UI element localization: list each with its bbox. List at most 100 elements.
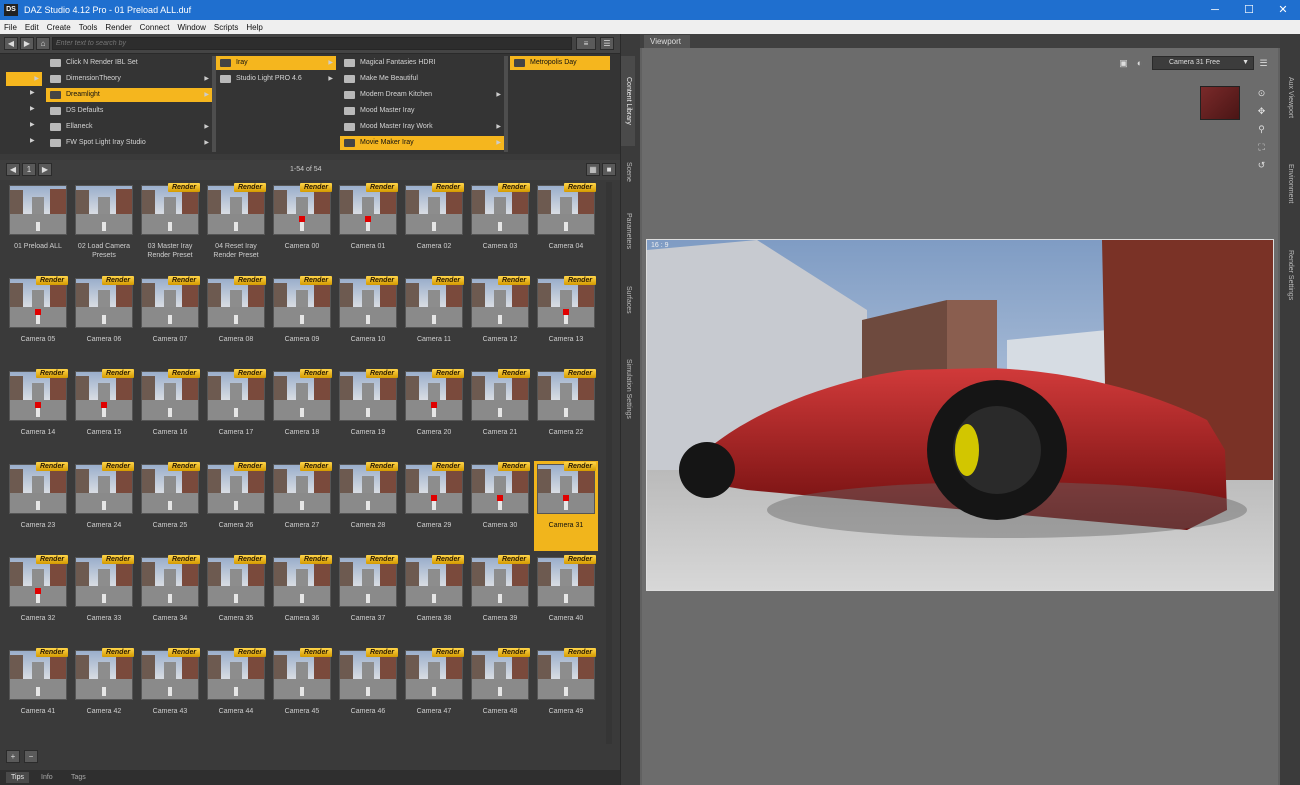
browser-item-dreamlight[interactable]: Dreamlight ▶ (46, 88, 212, 102)
menu-lines-icon[interactable]: ☰ (600, 37, 614, 50)
browser-item-metropolis-day[interactable]: Metropolis Day (510, 56, 610, 70)
asset-tile[interactable]: Render Camera 33 (72, 554, 136, 644)
grid-scrollbar[interactable] (606, 182, 612, 782)
asset-tile[interactable]: Render Camera 10 (336, 275, 400, 365)
menu-tools[interactable]: Tools (75, 23, 102, 32)
asset-tile[interactable]: Render Camera 30 (468, 461, 532, 551)
asset-tile[interactable]: Render Camera 36 (270, 554, 334, 644)
asset-tile[interactable]: Render Camera 43 (138, 647, 202, 737)
asset-tile[interactable]: Render Camera 48 (468, 647, 532, 737)
orbit-icon[interactable]: ⊙ (1256, 88, 1267, 99)
remove-button[interactable]: − (24, 750, 38, 763)
browser-item[interactable]: Mood Master Iray (340, 104, 504, 118)
asset-tile[interactable]: Render Camera 12 (468, 275, 532, 365)
browser-item[interactable]: Magical Fantasies HDRI (340, 56, 504, 70)
asset-tile[interactable]: Render Camera 18 (270, 368, 334, 458)
browser-item[interactable]: DimensionTheory ▶ (46, 72, 212, 86)
asset-tile[interactable]: Render Camera 49 (534, 647, 598, 737)
browser-item-movie-maker-iray[interactable]: Movie Maker Iray ▶ (340, 136, 504, 150)
menu-connect[interactable]: Connect (136, 23, 174, 32)
add-button[interactable]: + (6, 750, 20, 763)
tab-tags[interactable]: Tags (66, 772, 91, 783)
asset-tile[interactable]: 01 Preload ALL (6, 182, 70, 272)
asset-tile[interactable]: Render 03 Master Iray Render Preset (138, 182, 202, 272)
asset-tile[interactable]: Render Camera 06 (72, 275, 136, 365)
asset-tile[interactable]: Render Camera 00 (270, 182, 334, 272)
viewport-menu-icon[interactable]: ☰ (1258, 58, 1269, 69)
tab-parameters[interactable]: Parameters (621, 196, 635, 266)
asset-tile[interactable]: Render Camera 22 (534, 368, 598, 458)
asset-tile[interactable]: Render Camera 05 (6, 275, 70, 365)
asset-tile[interactable]: Render Camera 38 (402, 554, 466, 644)
asset-tile[interactable]: Render Camera 01 (336, 182, 400, 272)
asset-tile[interactable]: Render Camera 03 (468, 182, 532, 272)
tab-environment[interactable]: Environment (1283, 144, 1297, 224)
asset-tile[interactable]: Render Camera 29 (402, 461, 466, 551)
browser-item-iray[interactable]: Iray ▶ (216, 56, 336, 70)
forward-icon[interactable]: ▶ (20, 37, 34, 50)
asset-tile[interactable]: Render Camera 17 (204, 368, 268, 458)
search-input[interactable] (52, 37, 572, 50)
asset-tile[interactable]: Render Camera 35 (204, 554, 268, 644)
browser-item[interactable]: DS Defaults (46, 104, 212, 118)
back-icon[interactable]: ◀ (4, 37, 18, 50)
zoom-icon[interactable]: ⚲ (1256, 124, 1267, 135)
browser-item[interactable]: Modern Dream Kitchen ▶ (340, 88, 504, 102)
asset-tile[interactable]: Render Camera 45 (270, 647, 334, 737)
view-mode-icon[interactable]: ▦ (586, 163, 600, 176)
pan-icon[interactable]: ✥ (1256, 106, 1267, 117)
asset-tile[interactable]: Render Camera 07 (138, 275, 202, 365)
page-number[interactable]: 1 (22, 163, 36, 176)
browser-item[interactable]: Click N Render IBL Set (46, 56, 212, 70)
tab-content-library[interactable]: Content Library (621, 56, 635, 146)
asset-tile[interactable]: 02 Load Camera Presets (72, 182, 136, 272)
browser-item[interactable]: Ellaneck ▶ (46, 120, 212, 134)
asset-tile[interactable]: Render Camera 21 (468, 368, 532, 458)
menu-edit[interactable]: Edit (21, 23, 43, 32)
reset-view-icon[interactable]: ↺ (1256, 160, 1267, 171)
asset-tile[interactable]: Render Camera 39 (468, 554, 532, 644)
panel-icon[interactable]: ■ (602, 163, 616, 176)
home-icon[interactable]: ⌂ (36, 37, 50, 50)
database-icon[interactable]: ≡ (576, 37, 596, 50)
view-cube[interactable] (1200, 86, 1240, 120)
asset-tile[interactable]: Render Camera 08 (204, 275, 268, 365)
asset-tile[interactable]: Render Camera 37 (336, 554, 400, 644)
asset-tile[interactable]: Render 04 Reset Iray Render Preset (204, 182, 268, 272)
menu-help[interactable]: Help (242, 23, 266, 32)
asset-tile[interactable]: Render Camera 40 (534, 554, 598, 644)
asset-tile[interactable]: Render Camera 26 (204, 461, 268, 551)
render-icon[interactable]: ▣ (1118, 58, 1129, 69)
browser-item[interactable]: Mood Master Iray Work ▶ (340, 120, 504, 134)
asset-tile[interactable]: Render Camera 32 (6, 554, 70, 644)
menu-scripts[interactable]: Scripts (210, 23, 242, 32)
tab-info[interactable]: Info (36, 772, 58, 783)
maximize-button[interactable]: ☐ (1232, 0, 1266, 20)
frame-icon[interactable]: ⛶ (1256, 142, 1267, 153)
browser-item[interactable]: Studio Light PRO 4.6 ▶ (216, 72, 336, 86)
tab-simulation-settings[interactable]: Simulation Settings (621, 334, 635, 444)
asset-tile[interactable]: Render Camera 24 (72, 461, 136, 551)
asset-tile[interactable]: Render Camera 13 (534, 275, 598, 365)
asset-tile[interactable]: Render Camera 34 (138, 554, 202, 644)
asset-tile[interactable]: Render Camera 23 (6, 461, 70, 551)
asset-tile[interactable]: Render Camera 11 (402, 275, 466, 365)
tab-scene[interactable]: Scene (621, 152, 635, 192)
menu-window[interactable]: Window (173, 23, 209, 32)
browser-item[interactable]: FW Spot Light Iray Studio ▶ (46, 136, 212, 150)
asset-tile[interactable]: Render Camera 44 (204, 647, 268, 737)
asset-tile[interactable]: Render Camera 47 (402, 647, 466, 737)
tab-render-settings[interactable]: Render Settings (1283, 230, 1297, 320)
tab-tips[interactable]: Tips (6, 772, 29, 783)
menu-render[interactable]: Render (101, 23, 135, 32)
asset-tile[interactable]: Render Camera 46 (336, 647, 400, 737)
asset-tile[interactable]: Render Camera 09 (270, 275, 334, 365)
tab-viewport[interactable]: Viewport (644, 35, 690, 48)
asset-tile[interactable]: Render Camera 16 (138, 368, 202, 458)
asset-tile[interactable]: Render Camera 02 (402, 182, 466, 272)
tab-aux-viewport[interactable]: Aux Viewport (1283, 58, 1297, 138)
asset-tile[interactable]: Render Camera 14 (6, 368, 70, 458)
close-button[interactable]: ✕ (1266, 0, 1300, 20)
browser-item[interactable]: Make Me Beautiful (340, 72, 504, 86)
asset-tile[interactable]: Render Camera 15 (72, 368, 136, 458)
